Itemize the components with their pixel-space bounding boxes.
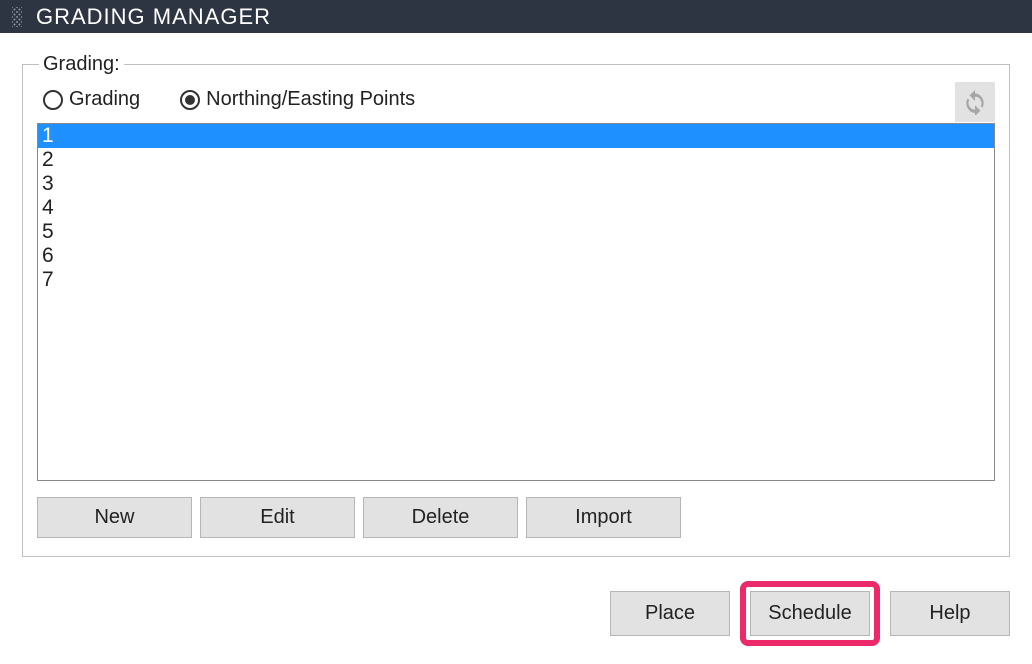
window: GRADING MANAGER Grading: Grading Northin… xyxy=(0,0,1032,664)
radio-circle-icon xyxy=(43,90,63,110)
dialog-action-row: Place Schedule Help xyxy=(22,581,1010,646)
grading-fieldset: Grading: Grading Northing/Easting Points… xyxy=(22,53,1010,557)
radio-group: Grading Northing/Easting Points xyxy=(43,88,995,111)
titlebar[interactable]: GRADING MANAGER xyxy=(0,0,1032,33)
list-item[interactable]: 5 xyxy=(38,220,994,244)
radio-northing-easting[interactable]: Northing/Easting Points xyxy=(180,88,415,111)
radio-grading[interactable]: Grading xyxy=(43,88,140,111)
list-item[interactable]: 7 xyxy=(38,268,994,292)
list-item[interactable]: 4 xyxy=(38,196,994,220)
schedule-button[interactable]: Schedule xyxy=(750,591,870,636)
radio-grading-label: Grading xyxy=(69,88,140,111)
window-title: GRADING MANAGER xyxy=(36,4,271,30)
content-area: Grading: Grading Northing/Easting Points… xyxy=(0,33,1032,664)
schedule-highlight: Schedule xyxy=(740,581,880,646)
import-button[interactable]: Import xyxy=(526,497,681,538)
new-button[interactable]: New xyxy=(37,497,192,538)
list-item[interactable]: 3 xyxy=(38,172,994,196)
radio-circle-icon xyxy=(180,90,200,110)
refresh-icon xyxy=(962,89,988,115)
list-item[interactable]: 6 xyxy=(38,244,994,268)
grip-icon xyxy=(12,7,22,27)
list-item[interactable]: 2 xyxy=(38,148,994,172)
list-item[interactable]: 1 xyxy=(38,124,994,148)
edit-button[interactable]: Edit xyxy=(200,497,355,538)
points-listbox[interactable]: 1234567 xyxy=(37,123,995,481)
delete-button[interactable]: Delete xyxy=(363,497,518,538)
list-action-row: New Edit Delete Import xyxy=(37,497,995,538)
grading-legend: Grading: xyxy=(39,53,124,76)
place-button[interactable]: Place xyxy=(610,591,730,636)
refresh-button[interactable] xyxy=(955,82,995,122)
radio-northing-easting-label: Northing/Easting Points xyxy=(206,88,415,111)
help-button[interactable]: Help xyxy=(890,591,1010,636)
